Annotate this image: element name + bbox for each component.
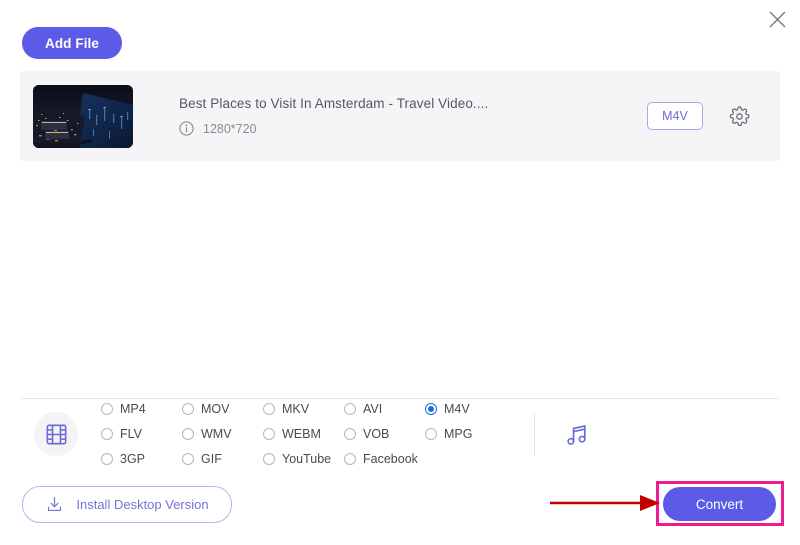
radio-icon xyxy=(425,428,437,440)
file-title: Best Places to Visit In Amsterdam - Trav… xyxy=(179,96,489,111)
format-option-flv[interactable]: FLV xyxy=(101,427,182,441)
download-icon xyxy=(48,497,62,512)
install-desktop-version-label: Install Desktop Version xyxy=(76,497,209,512)
format-radio-grid: MP4 MOV MKV AVI M4V FLV WMV WEBM VOB MPG… xyxy=(101,397,506,472)
gear-icon xyxy=(729,105,749,126)
format-option-label: FLV xyxy=(120,427,142,441)
radio-icon-selected xyxy=(425,403,437,415)
radio-icon xyxy=(101,403,113,415)
radio-icon xyxy=(101,428,113,440)
format-option-label: GIF xyxy=(201,452,222,466)
format-option-label: MKV xyxy=(282,402,310,416)
radio-icon xyxy=(182,428,194,440)
radio-icon xyxy=(101,453,113,465)
radio-icon xyxy=(344,453,356,465)
format-option-wmv[interactable]: WMV xyxy=(182,427,263,441)
format-option-webm[interactable]: WEBM xyxy=(263,427,344,441)
install-desktop-version-button[interactable]: Install Desktop Version xyxy=(22,486,232,523)
format-option-label: Facebook xyxy=(363,452,418,466)
convert-button[interactable]: Convert xyxy=(663,487,776,521)
film-strip-icon xyxy=(46,424,66,444)
radio-icon xyxy=(344,428,356,440)
thumbnail-image xyxy=(33,84,133,148)
format-option-mkv[interactable]: MKV xyxy=(263,402,344,416)
format-option-avi[interactable]: AVI xyxy=(344,402,425,416)
format-option-3gp[interactable]: 3GP xyxy=(101,452,182,466)
info-circle-icon[interactable] xyxy=(179,121,194,136)
radio-icon xyxy=(182,453,194,465)
format-option-label: YouTube xyxy=(282,452,332,466)
close-window-button[interactable] xyxy=(760,2,794,36)
format-selection-bar: MP4 MOV MKV AVI M4V FLV WMV WEBM VOB MPG… xyxy=(22,402,779,466)
file-resolution: 1280*720 xyxy=(203,121,257,136)
file-settings-button[interactable] xyxy=(726,103,752,129)
format-option-label: MPG xyxy=(444,427,473,441)
format-option-gif[interactable]: GIF xyxy=(182,452,263,466)
format-option-label: AVI xyxy=(363,402,383,416)
format-bar-separator xyxy=(534,413,535,455)
radio-icon xyxy=(263,453,275,465)
format-option-vob[interactable]: VOB xyxy=(344,427,425,441)
format-option-label: MOV xyxy=(201,402,230,416)
close-icon xyxy=(769,11,785,27)
output-format-badge[interactable]: M4V xyxy=(647,102,703,130)
audio-category-button[interactable] xyxy=(555,412,599,456)
format-option-label: MP4 xyxy=(120,402,146,416)
radio-icon xyxy=(263,428,275,440)
format-option-label: WMV xyxy=(201,427,232,441)
format-option-youtube[interactable]: YouTube xyxy=(263,452,344,466)
video-category-button[interactable] xyxy=(34,412,78,456)
format-option-label: M4V xyxy=(444,402,470,416)
format-option-m4v[interactable]: M4V xyxy=(425,402,506,416)
format-option-mp4[interactable]: MP4 xyxy=(101,402,182,416)
file-list-row[interactable]: Best Places to Visit In Amsterdam - Trav… xyxy=(20,71,780,161)
video-thumbnail[interactable] xyxy=(33,84,133,148)
file-info: Best Places to Visit In Amsterdam - Trav… xyxy=(179,96,647,136)
format-option-facebook[interactable]: Facebook xyxy=(344,452,425,466)
format-option-label: VOB xyxy=(363,427,390,441)
file-subinfo: 1280*720 xyxy=(179,121,647,136)
format-option-label: 3GP xyxy=(120,452,146,466)
format-option-mpg[interactable]: MPG xyxy=(425,427,506,441)
radio-icon xyxy=(182,403,194,415)
add-file-button[interactable]: Add File xyxy=(22,27,122,59)
format-option-mov[interactable]: MOV xyxy=(182,402,263,416)
music-note-icon xyxy=(566,424,586,445)
format-option-label: WEBM xyxy=(282,427,321,441)
annotation-arrow xyxy=(550,495,660,511)
radio-icon xyxy=(344,403,356,415)
radio-icon xyxy=(263,403,275,415)
